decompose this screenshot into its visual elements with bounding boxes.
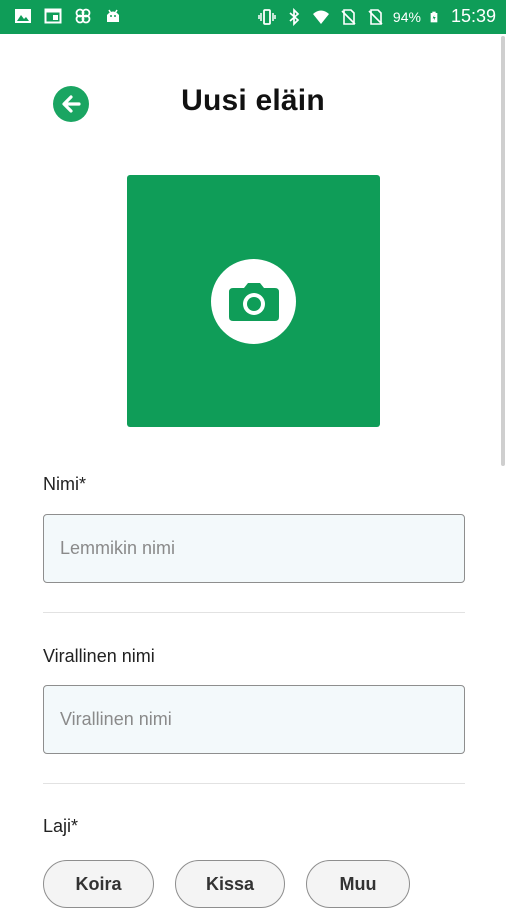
wifi-icon bbox=[312, 10, 329, 24]
divider bbox=[43, 612, 465, 613]
bluetooth-icon bbox=[289, 7, 300, 26]
status-bar-left bbox=[14, 7, 122, 25]
pet-name-input[interactable] bbox=[43, 514, 465, 583]
divider bbox=[43, 783, 465, 784]
name-label: Nimi* bbox=[43, 474, 86, 494]
no-sim-icon bbox=[341, 8, 356, 25]
add-photo-button[interactable] bbox=[127, 175, 380, 427]
pinwheel-app-icon bbox=[75, 8, 91, 24]
camera-badge bbox=[211, 259, 296, 344]
official-name-input[interactable] bbox=[43, 685, 465, 754]
battery-icon bbox=[430, 11, 438, 22]
clock: 15:39 bbox=[450, 6, 496, 26]
status-bar: 94% 15:39 bbox=[0, 0, 506, 34]
battery-percent: 94% bbox=[392, 8, 421, 25]
species-label: Laji* bbox=[43, 816, 79, 836]
status-bar-right: 94% 15:39 bbox=[258, 6, 496, 27]
page-title: Uusi eläin bbox=[181, 84, 325, 117]
official-name-label: Virallinen nimi bbox=[43, 646, 155, 666]
browser-window-icon bbox=[44, 8, 62, 24]
species-options: Koira Kissa Muu bbox=[43, 860, 410, 908]
image-icon bbox=[15, 9, 31, 23]
camera-icon bbox=[228, 282, 279, 321]
species-option-cat[interactable]: Kissa bbox=[175, 860, 285, 908]
no-sim-icon bbox=[368, 8, 383, 25]
species-option-other[interactable]: Muu bbox=[306, 860, 410, 908]
species-option-dog[interactable]: Koira bbox=[43, 860, 154, 908]
android-icon bbox=[107, 9, 119, 22]
vibrate-icon bbox=[258, 8, 276, 25]
